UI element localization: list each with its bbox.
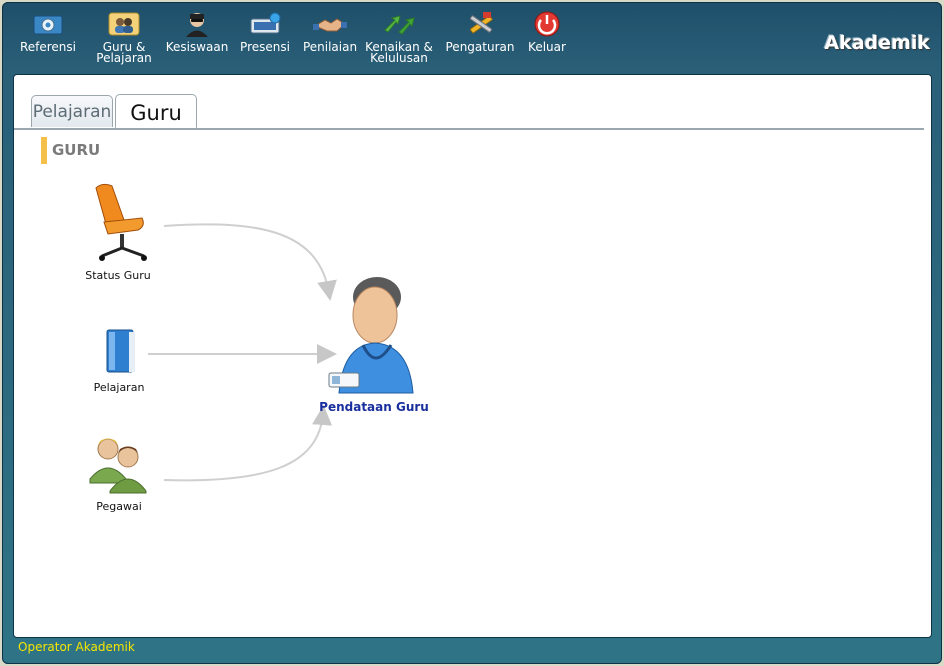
toolbar-referensi-label: Referensi <box>19 40 77 54</box>
toolbar-guru-pelajaran-line2: Pelajaran <box>96 51 152 65</box>
toolbar-kesiswaan[interactable]: Kesiswaan <box>164 10 230 53</box>
status-bar-text: Operator Akademik <box>18 640 135 654</box>
toolbar-keluar[interactable]: Keluar <box>522 10 572 53</box>
toolbar-pengaturan[interactable]: Pengaturan <box>442 10 518 53</box>
toolbar-kenaikan-kelulusan[interactable]: Kenaikan & Kelulusan <box>362 10 436 64</box>
toolbar-keluar-label: Keluar <box>528 40 566 54</box>
toolbar-penilaian[interactable]: Penilaian <box>300 10 360 53</box>
arrow-pegawai-to-pendataan <box>163 405 333 482</box>
handshake-icon <box>313 18 347 32</box>
node-status-guru-label: Status Guru <box>85 269 151 282</box>
office-chair-icon <box>95 183 147 261</box>
app-brand: Akademik <box>824 32 930 54</box>
toolbar-guru-pelajaran[interactable]: Guru & Pelajaran <box>92 10 156 64</box>
app-window: Referensi Guru & Pelajaran Kesiswaan Pre… <box>2 2 942 664</box>
toolbar-referensi[interactable]: Referensi <box>18 10 78 53</box>
tools-icon <box>469 12 493 34</box>
node-pelajaran-label: Pelajaran <box>93 381 145 394</box>
toolbar-penilaian-label: Penilaian <box>302 40 358 54</box>
toolbar-presensi[interactable]: Presensi <box>236 10 294 53</box>
book-icon <box>106 329 135 373</box>
content-panel: Pelajaran Guru GURU Status Guru Pelajara… <box>13 74 932 638</box>
arrows-up-icon <box>384 15 415 35</box>
gear-monitor-icon <box>33 15 63 35</box>
teacher-group-icon <box>108 12 140 36</box>
node-status-guru[interactable]: Status Guru <box>74 180 162 282</box>
attendance-icon <box>250 12 281 34</box>
arrow-status-to-pendataan <box>163 223 337 301</box>
toolbar-kenaikan-line2: Kelulusan <box>370 51 428 65</box>
toolbar-pengaturan-label: Pengaturan <box>445 40 515 54</box>
node-pelajaran[interactable]: Pelajaran <box>84 328 154 394</box>
main-toolbar: Referensi Guru & Pelajaran Kesiswaan Pre… <box>2 2 942 74</box>
student-icon <box>186 13 208 37</box>
teacher-id-icon <box>328 277 414 394</box>
staff-group-icon <box>89 438 147 494</box>
node-pegawai-label: Pegawai <box>96 500 142 513</box>
power-icon <box>534 11 560 37</box>
toolbar-kesiswaan-label: Kesiswaan <box>165 40 229 54</box>
toolbar-presensi-label: Presensi <box>240 40 290 54</box>
node-pendataan-guru-label: Pendataan Guru <box>319 400 429 414</box>
node-pendataan-guru[interactable]: Pendataan Guru <box>319 275 429 414</box>
node-pegawai[interactable]: Pegawai <box>84 433 154 513</box>
